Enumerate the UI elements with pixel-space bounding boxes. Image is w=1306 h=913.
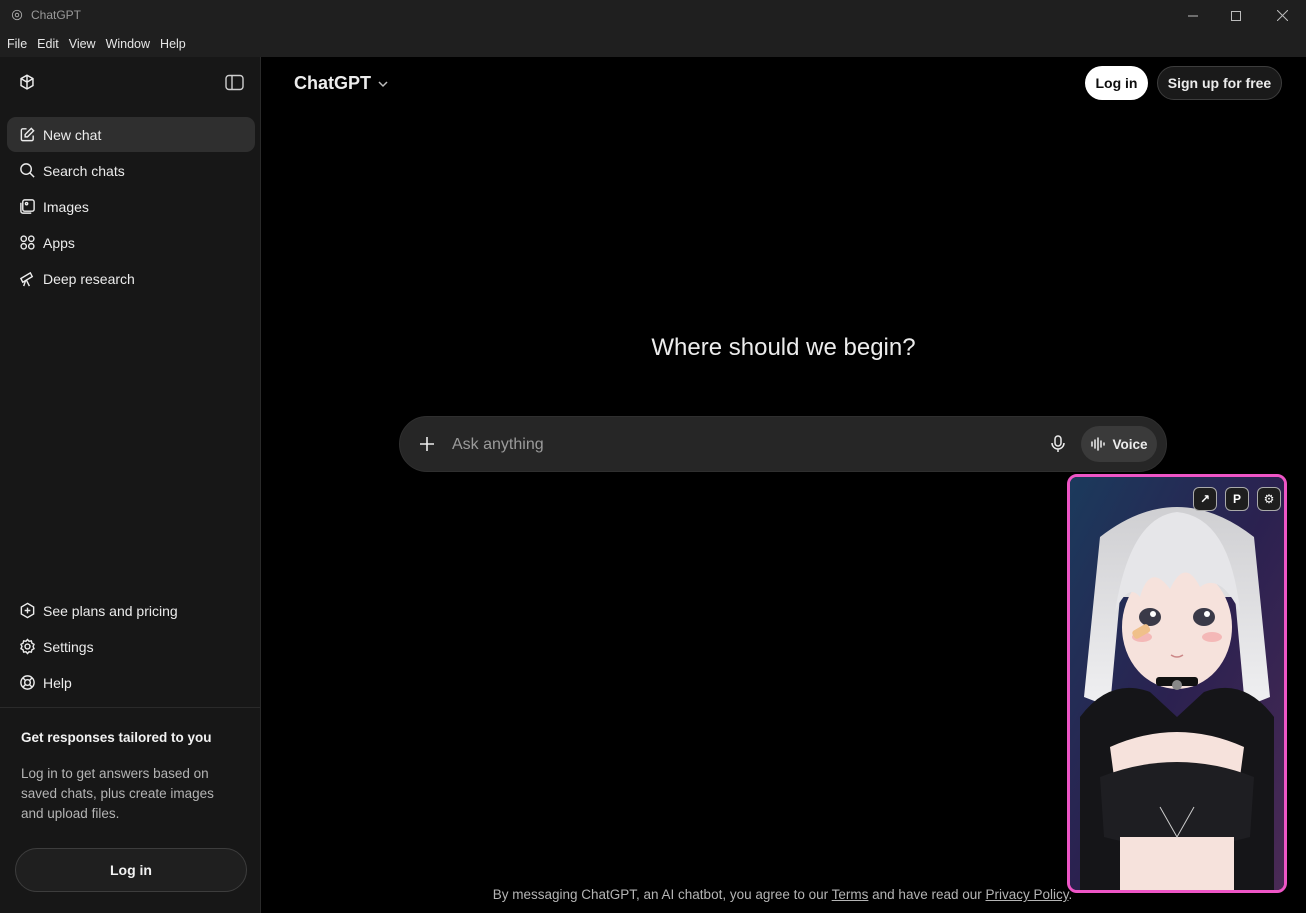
waveform-icon bbox=[1091, 437, 1106, 451]
plus-icon[interactable] bbox=[417, 434, 437, 454]
menu-file[interactable]: File bbox=[2, 37, 32, 51]
sidebar-item-images[interactable]: Images bbox=[7, 189, 255, 224]
terms-link[interactable]: Terms bbox=[832, 887, 869, 902]
menu-help[interactable]: Help bbox=[155, 37, 191, 51]
voice-button[interactable]: Voice bbox=[1081, 426, 1157, 462]
maximize-button[interactable] bbox=[1213, 0, 1259, 31]
legal-text: By messaging ChatGPT, an AI chatbot, you… bbox=[492, 887, 832, 902]
sidebar-item-label: Deep research bbox=[43, 270, 135, 287]
signup-button[interactable]: Sign up for free bbox=[1157, 66, 1282, 100]
legal-text: and have read our bbox=[868, 887, 986, 902]
close-button[interactable] bbox=[1259, 0, 1305, 31]
sidebar-item-label: Settings bbox=[43, 638, 94, 655]
prompt-input[interactable] bbox=[452, 434, 1012, 456]
apps-icon bbox=[18, 234, 36, 252]
voice-label: Voice bbox=[1112, 436, 1148, 452]
sidebar-item-apps[interactable]: Apps bbox=[7, 225, 255, 260]
sidebar-item-label: Images bbox=[43, 198, 89, 215]
page-title: Where should we begin? bbox=[651, 334, 916, 361]
avatar-image bbox=[1070, 477, 1284, 890]
promo-title: Get responses tailored to you bbox=[21, 730, 212, 745]
pin-p-button[interactable]: P bbox=[1225, 487, 1249, 511]
model-name: ChatGPT bbox=[294, 73, 372, 93]
sidebar-item-search-chats[interactable]: Search chats bbox=[7, 153, 255, 188]
chevron-down-icon bbox=[378, 80, 388, 87]
telescope-icon bbox=[18, 270, 36, 288]
sidebar-item-new-chat[interactable]: New chat bbox=[7, 117, 255, 152]
images-icon bbox=[18, 198, 36, 216]
menu-bar: File Edit View Window Help bbox=[0, 31, 1306, 57]
chatgpt-app-icon bbox=[11, 9, 23, 21]
openai-logo-icon[interactable] bbox=[16, 72, 38, 94]
edit-icon bbox=[18, 126, 36, 144]
composer: Voice bbox=[399, 416, 1167, 472]
privacy-link[interactable]: Privacy Policy bbox=[986, 887, 1069, 902]
sidebar-item-label: See plans and pricing bbox=[43, 602, 178, 619]
promo-text: Log in to get answers based on saved cha… bbox=[21, 766, 214, 821]
window-title: ChatGPT bbox=[31, 8, 82, 22]
sidebar-item-label: Search chats bbox=[43, 162, 125, 179]
menu-window[interactable]: Window bbox=[101, 37, 155, 51]
sidebar-item-settings[interactable]: Settings bbox=[7, 629, 255, 664]
expand-icon[interactable]: ↗ bbox=[1193, 487, 1217, 511]
sidebar-item-deep-research[interactable]: Deep research bbox=[7, 261, 255, 296]
sidebar-item-help[interactable]: Help bbox=[7, 665, 255, 700]
sidebar-item-label: Help bbox=[43, 674, 72, 691]
menu-view[interactable]: View bbox=[64, 37, 101, 51]
search-icon bbox=[18, 162, 36, 180]
sidebar-toggle-icon[interactable] bbox=[225, 74, 244, 91]
avatar-overlay[interactable]: ↗ P ⚙ bbox=[1067, 474, 1287, 893]
sidebar-item-label: Apps bbox=[43, 234, 75, 251]
sidebar-login-button[interactable]: Log in bbox=[15, 848, 247, 892]
model-picker[interactable]: ChatGPT bbox=[294, 73, 389, 94]
plans-icon bbox=[18, 602, 36, 620]
help-icon bbox=[18, 674, 36, 692]
minimize-button[interactable] bbox=[1170, 0, 1216, 31]
menu-edit[interactable]: Edit bbox=[32, 37, 64, 51]
gear-icon bbox=[18, 638, 36, 656]
sidebar-item-plans[interactable]: See plans and pricing bbox=[7, 593, 255, 628]
microphone-icon[interactable] bbox=[1048, 434, 1068, 454]
title-bar: ChatGPT bbox=[0, 0, 1306, 31]
sidebar-divider bbox=[0, 707, 260, 708]
gear-icon[interactable]: ⚙ bbox=[1257, 487, 1281, 511]
sidebar-item-label: New chat bbox=[43, 126, 102, 143]
sidebar: New chat Search chats Images Apps Deep r… bbox=[0, 57, 261, 913]
header-login-button[interactable]: Log in bbox=[1085, 66, 1148, 100]
